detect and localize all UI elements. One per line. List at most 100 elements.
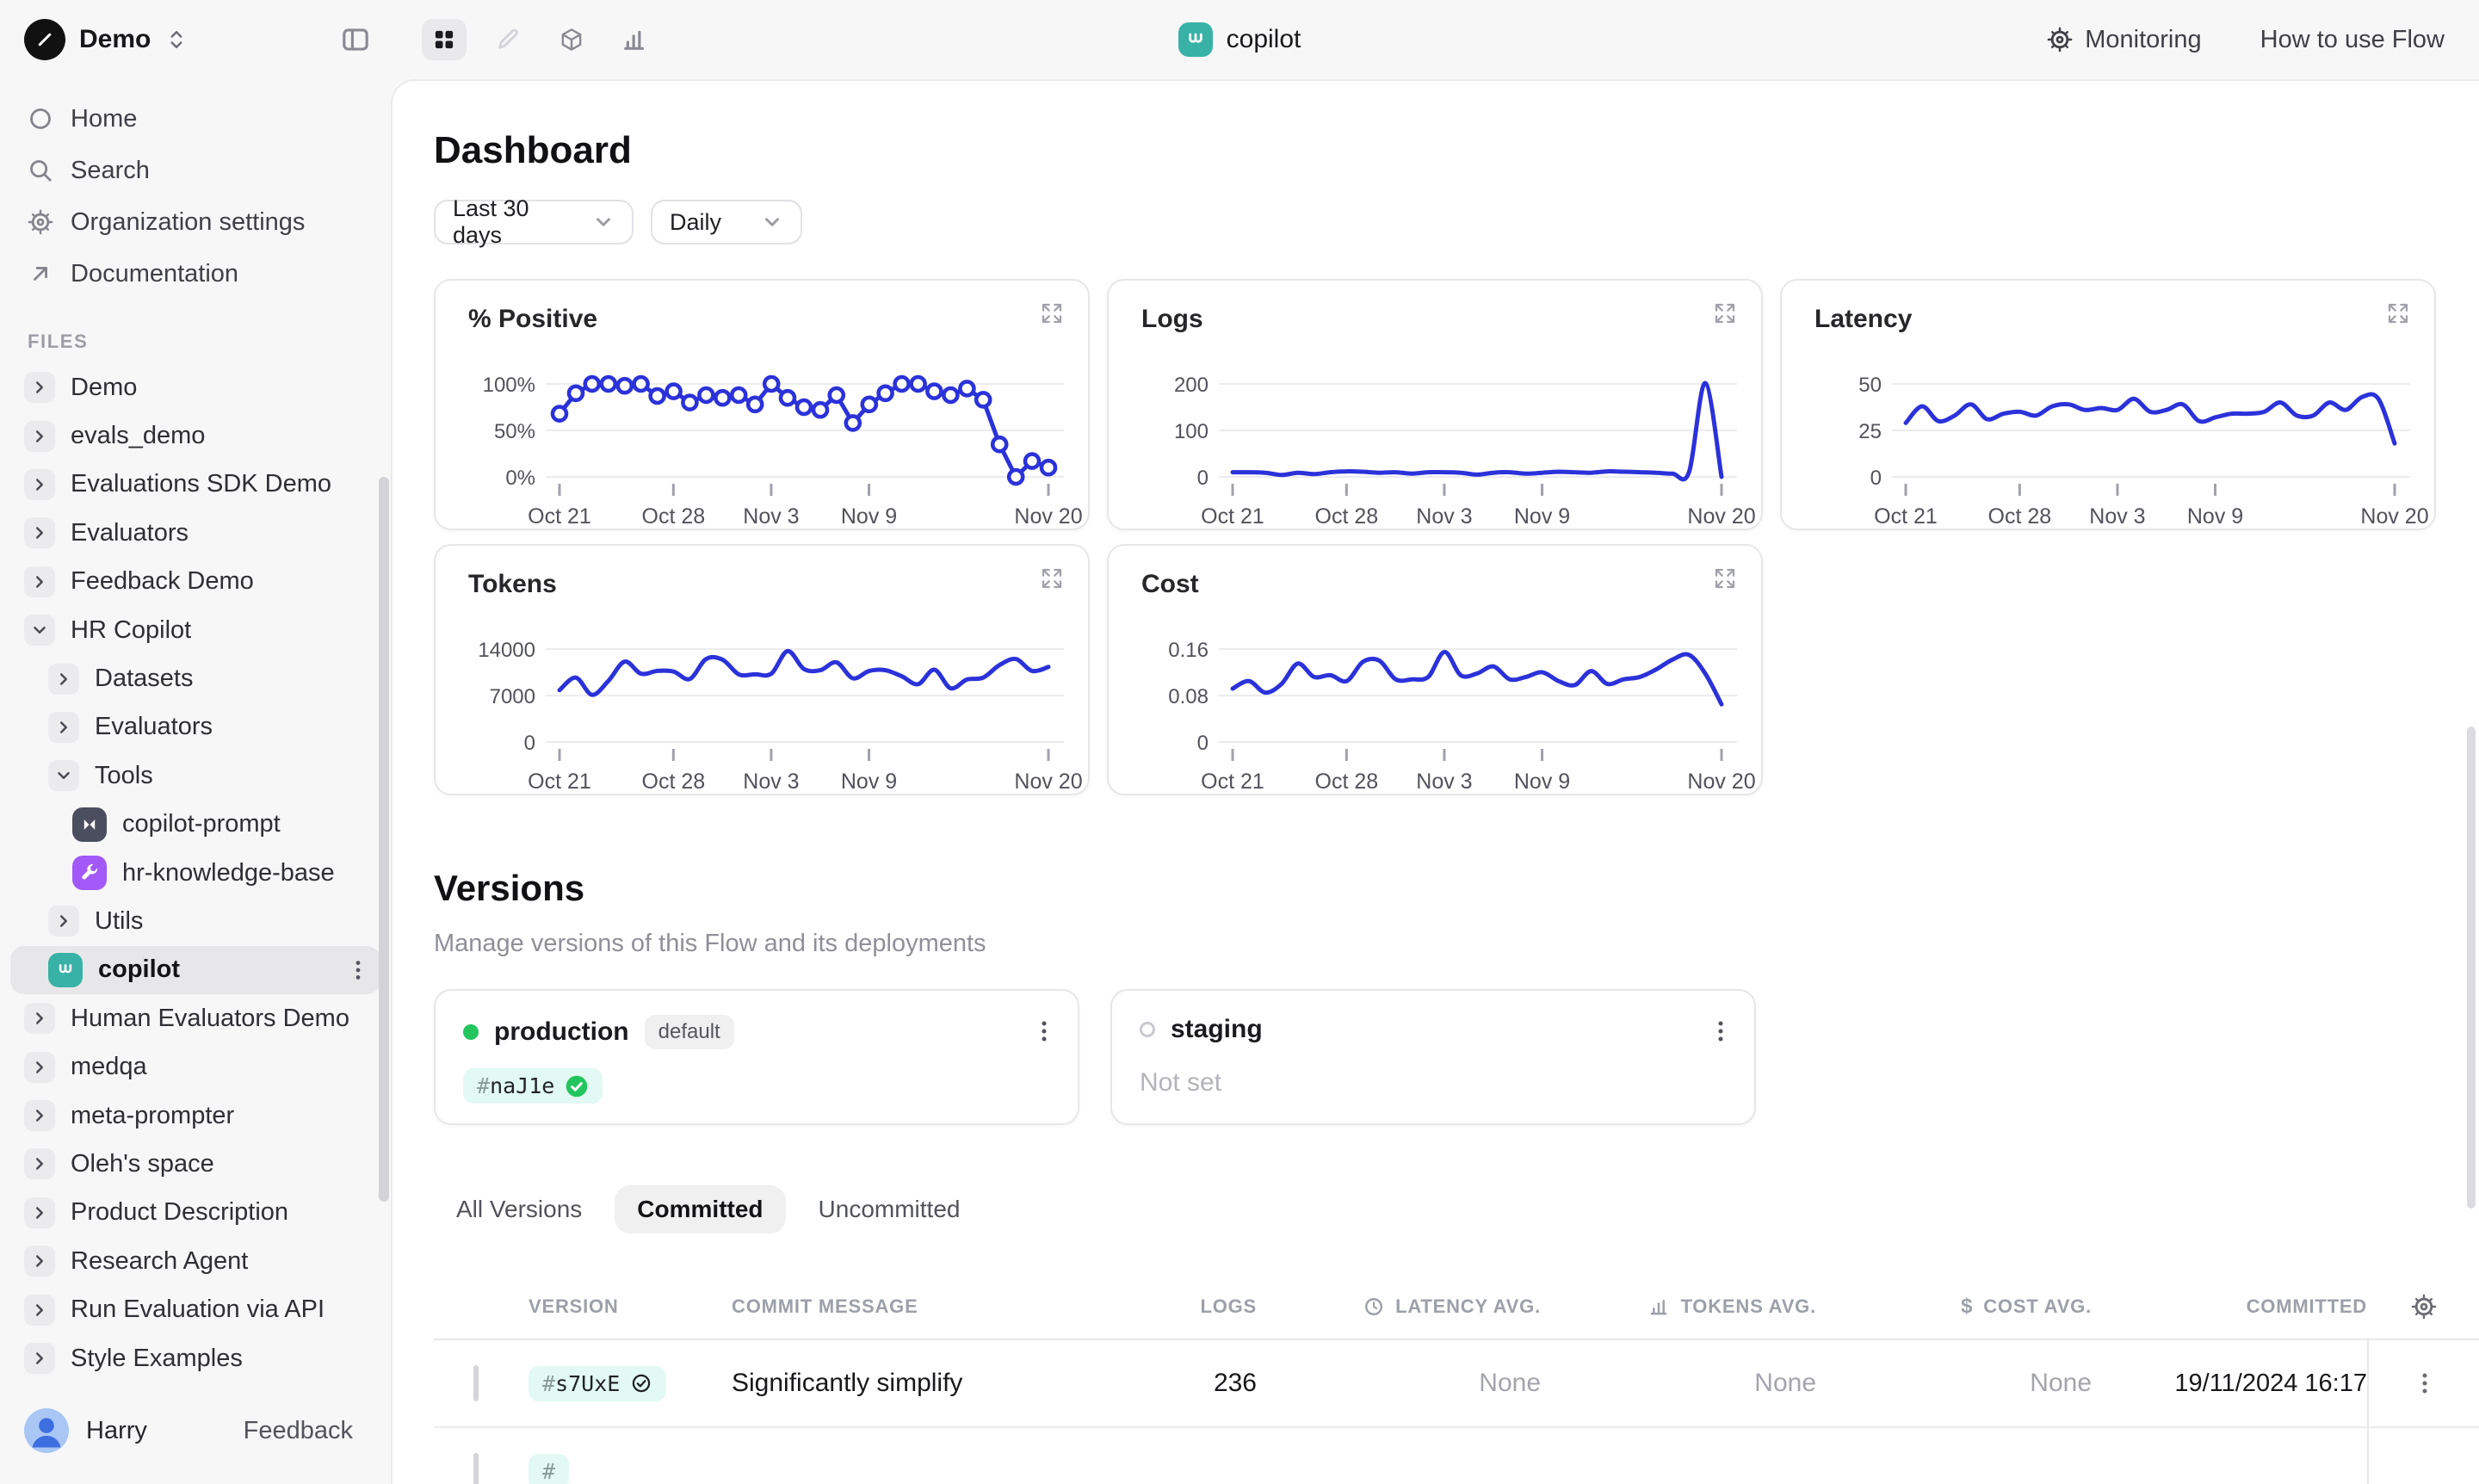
chevron-right-icon[interactable] [24, 1052, 55, 1083]
sidebar-item-tools[interactable]: Tools [10, 751, 380, 800]
nav-item-documentation[interactable]: Documentation [14, 248, 377, 300]
chart-card--positive: % Positive100%50%0%Oct 21Oct 28Nov 3Nov … [434, 279, 1090, 530]
environment-card-production[interactable]: production default #naJ1e [434, 989, 1079, 1125]
chevron-right-icon[interactable] [24, 1003, 55, 1034]
version-pill[interactable]: # [529, 1454, 569, 1484]
table-row[interactable]: #s7UxESignificantly simplify236NoneNoneN… [434, 1340, 2479, 1428]
bar-chart-tool-button[interactable] [613, 19, 658, 60]
column-header-latency-avg-[interactable]: LATENCY AVG. [1257, 1295, 1541, 1318]
sidebar-item-medqa[interactable]: medqa [10, 1042, 380, 1091]
column-header-cost-avg-[interactable]: $COST AVG. [1816, 1295, 2092, 1319]
svg-text:100: 100 [1174, 420, 1209, 443]
svg-text:Nov 3: Nov 3 [743, 504, 799, 529]
sidebar-item-datasets[interactable]: Datasets [10, 654, 380, 702]
version-pill[interactable]: #naJ1e [463, 1068, 603, 1104]
sidebar-item-demo[interactable]: Demo [10, 363, 380, 411]
chart-plot: 1400070000Oct 21Oct 28Nov 3Nov 9Nov 20 [436, 615, 1091, 797]
sidebar-item-utils[interactable]: Utils [10, 897, 380, 945]
nav-item-search[interactable]: Search [14, 145, 377, 196]
grid-tool-button[interactable] [422, 19, 467, 60]
sidebar-item-research-agent[interactable]: Research Agent [10, 1237, 380, 1285]
sidebar-item-product-description[interactable]: Product Description [10, 1189, 380, 1237]
kebab-menu-icon[interactable] [346, 958, 370, 982]
kebab-menu-icon[interactable] [1031, 1018, 1057, 1044]
expand-icon[interactable] [1713, 301, 1737, 325]
expand-icon[interactable] [1713, 566, 1737, 591]
column-header-tokens-avg-[interactable]: TOKENS AVG. [1541, 1295, 1816, 1318]
how-to-use-flow-link[interactable]: How to use Flow [2260, 26, 2445, 54]
monitoring-button[interactable]: Monitoring [2047, 26, 2201, 54]
avatar[interactable] [24, 1408, 69, 1453]
interval-select[interactable]: Daily [651, 200, 802, 244]
sidebar-scrollbar[interactable] [379, 477, 389, 1202]
tab-all-versions[interactable]: All Versions [434, 1185, 604, 1234]
date-range-select[interactable]: Last 30 days [434, 200, 634, 244]
environment-card-staging[interactable]: staging Not set [1110, 989, 1756, 1125]
svg-text:Oct 21: Oct 21 [528, 770, 591, 794]
sidebar-item-hr-knowledge-base[interactable]: hr-knowledge-base [10, 849, 380, 897]
tab-committed[interactable]: Committed [615, 1185, 785, 1234]
pencil-tool-button[interactable] [485, 19, 530, 60]
sidebar-item-human-evaluators-demo[interactable]: Human Evaluators Demo [10, 994, 380, 1042]
sidebar-item-evals-demo[interactable]: evals_demo [10, 411, 380, 460]
chevron-down-icon[interactable] [24, 615, 55, 646]
sidebar-item-hr-copilot[interactable]: HR Copilot [10, 606, 380, 654]
workspace-name[interactable]: Demo [79, 25, 151, 54]
row-kebab-menu[interactable] [2367, 1340, 2479, 1426]
sidebar-item-copilot[interactable]: copilot [10, 946, 380, 994]
feedback-link[interactable]: Feedback [244, 1417, 353, 1445]
prompt-file-icon [72, 807, 107, 842]
chevron-right-icon[interactable] [24, 566, 55, 597]
chevron-right-icon[interactable] [24, 1148, 55, 1179]
chevron-right-icon[interactable] [24, 517, 55, 548]
column-header-committed[interactable]: COMMITTED [2092, 1295, 2367, 1318]
sidebar-item-evaluations-sdk-demo[interactable]: Evaluations SDK Demo [10, 461, 380, 509]
sidebar-item-meta-prompter[interactable]: meta-prompter [10, 1091, 380, 1140]
table-row[interactable]: # [434, 1428, 2479, 1484]
sidebar-item-style-examples[interactable]: Style Examples [10, 1334, 380, 1382]
chevron-right-icon[interactable] [24, 1343, 55, 1374]
prompt-icon [78, 813, 101, 836]
chevron-right-icon[interactable] [24, 421, 55, 452]
row-checkbox[interactable] [473, 1453, 479, 1484]
column-header-version[interactable]: VERSION [529, 1295, 732, 1318]
chevron-down-icon[interactable] [48, 760, 79, 791]
sidebar-item-copilot-prompt[interactable]: copilot-prompt [10, 801, 380, 849]
chevron-right-icon[interactable] [48, 664, 79, 695]
chart-plot: 0.160.080Oct 21Oct 28Nov 3Nov 9Nov 20 [1109, 615, 1765, 797]
sidebar-item-oleh-s-space[interactable]: Oleh's space [10, 1140, 380, 1188]
column-header-logs[interactable]: LOGS [1102, 1295, 1257, 1318]
workspace-switcher-icon[interactable] [164, 28, 189, 52]
row-checkbox[interactable] [473, 1365, 479, 1401]
chevron-right-icon[interactable] [48, 712, 79, 743]
nav-item-organization-settings[interactable]: Organization settings [14, 196, 377, 248]
chevron-right-icon[interactable] [24, 372, 55, 403]
sidebar-item-evaluators[interactable]: Evaluators [10, 509, 380, 557]
expand-icon[interactable] [1040, 566, 1064, 591]
sidebar-item-summarisation[interactable]: Summarisation [10, 1382, 380, 1388]
sidebar-item-evaluators[interactable]: Evaluators [10, 703, 380, 751]
chevron-right-icon[interactable] [24, 1246, 55, 1277]
sidebar-item-run-evaluation-via-api[interactable]: Run Evaluation via API [10, 1285, 380, 1333]
chevron-right-icon[interactable] [24, 469, 55, 500]
collapse-sidebar-icon[interactable] [341, 25, 370, 54]
chevron-right-icon[interactable] [24, 1100, 55, 1131]
chevron-right-icon[interactable] [48, 906, 79, 937]
version-pill[interactable]: #s7UxE [529, 1366, 666, 1401]
svg-text:Oct 28: Oct 28 [1988, 504, 2052, 529]
column-settings-button[interactable] [2367, 1275, 2479, 1339]
cube-tool-button[interactable] [549, 19, 594, 60]
chevron-right-icon[interactable] [24, 1295, 55, 1326]
column-header-commit-message[interactable]: COMMIT MESSAGE [732, 1295, 1102, 1318]
kebab-menu-icon[interactable] [1708, 1018, 1734, 1044]
row-kebab-menu[interactable] [2367, 1428, 2479, 1484]
tab-uncommitted[interactable]: Uncommitted [796, 1185, 983, 1234]
expand-icon[interactable] [1040, 301, 1064, 325]
expand-icon[interactable] [2386, 301, 2410, 325]
sidebar-item-feedback-demo[interactable]: Feedback Demo [10, 558, 380, 606]
main-scrollbar[interactable] [2467, 727, 2476, 1209]
chevron-right-icon[interactable] [24, 1197, 55, 1228]
nav-item-home[interactable]: Home [14, 93, 377, 145]
workspace-logo[interactable] [24, 19, 65, 60]
kebab-icon [1031, 1018, 1057, 1044]
